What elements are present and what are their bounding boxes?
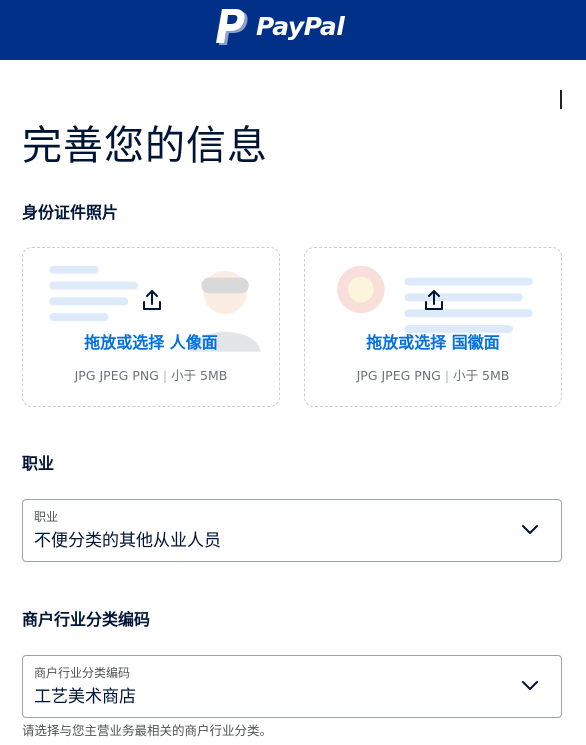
occupation-field-label: 职业 xyxy=(34,510,59,524)
page-title: 完善您的信息 xyxy=(22,123,268,169)
merchant-category-selected-value: 工艺美术商店 xyxy=(34,687,136,707)
merchant-category-section-title: 商户行业分类编码 xyxy=(22,610,151,629)
hint-separator: | xyxy=(444,368,450,383)
upload-front-hint: JPG JPEG PNG | 小于 5MB xyxy=(23,368,279,384)
top-header: PayPal xyxy=(0,0,586,60)
accepted-formats: JPG JPEG PNG xyxy=(356,368,441,383)
occupation-selected-value: 不便分类的其他从业人员 xyxy=(34,531,221,551)
merchant-category-select[interactable]: 商户行业分类编码 工艺美术商店 xyxy=(22,655,562,718)
upload-back-dropzone[interactable]: 拖放或选择 国徽面 JPG JPEG PNG | 小于 5MB xyxy=(304,247,562,407)
occupation-select[interactable]: 职业 不便分类的其他从业人员 xyxy=(22,499,562,562)
id-photo-section-title: 身份证件照片 xyxy=(22,203,119,222)
size-limit: 小于 5MB xyxy=(171,368,228,383)
accepted-formats: JPG JPEG PNG xyxy=(74,368,159,383)
hint-separator: | xyxy=(162,368,168,383)
size-limit: 小于 5MB xyxy=(453,368,510,383)
upload-icon xyxy=(143,290,161,310)
upload-back-hint: JPG JPEG PNG | 小于 5MB xyxy=(305,368,561,384)
chevron-down-icon[interactable] xyxy=(521,524,539,536)
paypal-p-logo-icon xyxy=(216,9,248,45)
upload-icon xyxy=(425,290,443,310)
merchant-category-helper-text: 请选择与您主营业务最相关的商户行业分类。 xyxy=(22,723,273,738)
merchant-category-field-label: 商户行业分类编码 xyxy=(34,666,131,680)
paypal-logo[interactable]: PayPal xyxy=(216,7,356,47)
upload-back-label[interactable]: 拖放或选择 国徽面 xyxy=(305,332,561,354)
chevron-down-icon[interactable] xyxy=(521,680,539,692)
text-cursor xyxy=(560,90,562,109)
upload-front-dropzone[interactable]: 拖放或选择 人像面 JPG JPEG PNG | 小于 5MB xyxy=(22,247,280,407)
upload-front-label[interactable]: 拖放或选择 人像面 xyxy=(23,332,279,354)
brand-wordmark: PayPal xyxy=(256,12,345,41)
occupation-section-title: 职业 xyxy=(22,454,55,473)
